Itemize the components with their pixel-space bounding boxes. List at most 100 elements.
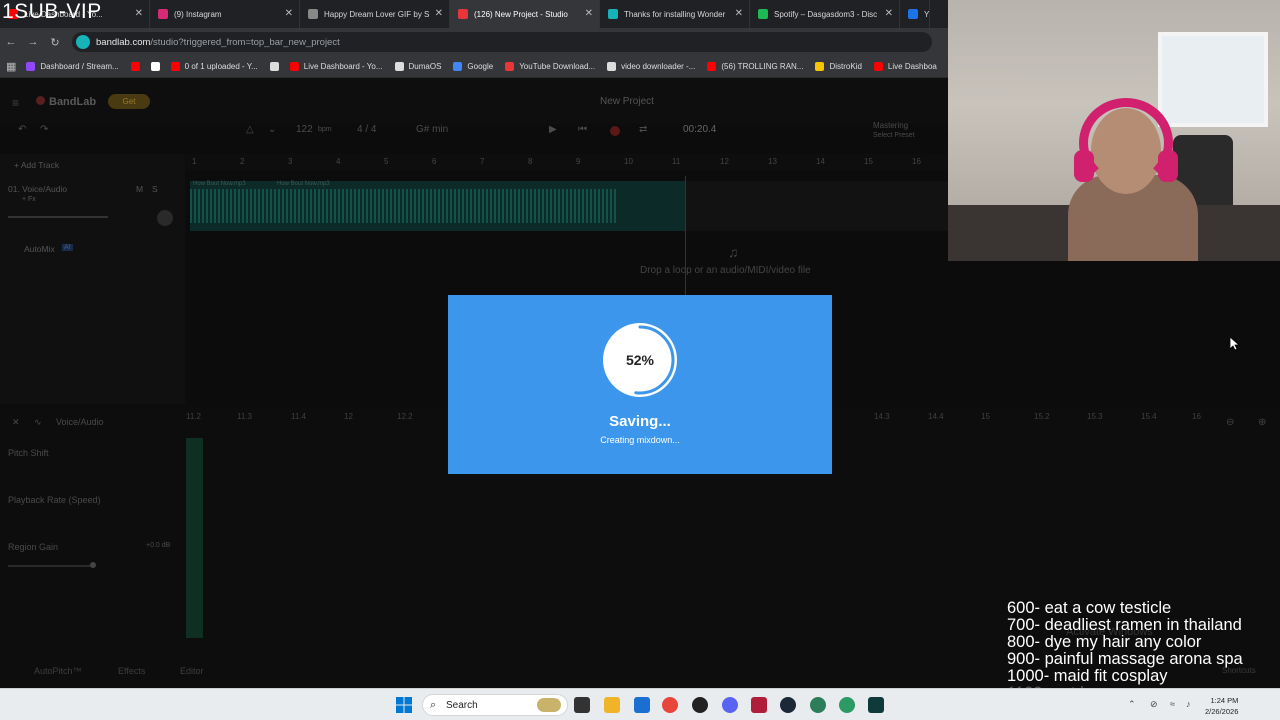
playhead[interactable] — [685, 176, 686, 298]
bookmark-item[interactable] — [130, 62, 145, 71]
wifi-icon[interactable]: ≈ — [1170, 699, 1175, 709]
bookmark-item[interactable] — [269, 62, 284, 71]
bookmark-item[interactable]: video downloader -... — [607, 62, 695, 71]
network-icon[interactable]: ⊘ — [1150, 699, 1158, 710]
browser-tab[interactable]: Happy Dream Lover GIF by S ✕ — [300, 0, 450, 28]
zoom-in-icon[interactable]: ⊕ — [1258, 417, 1266, 428]
tab-close-icon[interactable]: ✕ — [735, 8, 743, 19]
apps-grid-icon[interactable]: ▦ — [6, 60, 16, 73]
windows-start-icon[interactable] — [396, 697, 412, 713]
tab-label: Happy Dream Lover GIF by S — [324, 9, 430, 19]
browser-tab[interactable]: Thanks for installing Wonder ✕ — [600, 0, 750, 28]
file-explorer-icon[interactable] — [604, 697, 620, 713]
chrome-profile-icon[interactable] — [839, 697, 855, 713]
reload-icon[interactable]: ↻ — [44, 36, 66, 49]
search-highlight-icon — [537, 698, 561, 712]
menu-icon[interactable]: ≡ — [12, 96, 19, 110]
bandlab-logo: BandLab — [36, 96, 96, 108]
tab-close-icon[interactable]: ✕ — [135, 8, 143, 19]
chrome-icon[interactable] — [662, 697, 678, 713]
site-info-icon[interactable] — [76, 35, 90, 49]
key-select[interactable]: G# min — [416, 124, 448, 135]
timeline-ruler[interactable]: 1 2 3 4 5 6 7 8 9 10 11 12 13 14 15 16 — [186, 154, 948, 170]
empty-track-area[interactable] — [686, 181, 948, 231]
obs-icon[interactable] — [692, 697, 708, 713]
time-signature[interactable]: 4 / 4 — [357, 124, 376, 135]
chrome-profile-icon[interactable] — [810, 697, 826, 713]
bpm-value[interactable]: 122 — [296, 124, 313, 135]
editor-ruler-tick-label: 11.2 — [186, 412, 201, 421]
mute-button[interactable]: M — [136, 184, 143, 194]
solo-button[interactable]: S — [152, 184, 158, 194]
bookmark-item[interactable]: Google — [453, 62, 493, 71]
add-track-button[interactable]: + Add Track — [14, 160, 59, 170]
track-name[interactable]: 01. Voice/Audio — [8, 184, 67, 194]
bookmark-item[interactable] — [150, 62, 165, 71]
editor-region[interactable] — [186, 438, 203, 638]
terminal-icon[interactable] — [868, 697, 884, 713]
editor-bottom-tab[interactable]: AutoPitch™ — [34, 666, 82, 676]
bookmark-item[interactable]: Live Dashboa — [873, 62, 937, 71]
redo-icon[interactable]: ↷ — [40, 124, 48, 135]
taskbar-clock[interactable]: 1:24 PM 2/26/2026 — [1205, 695, 1238, 717]
bookmark-item[interactable]: 0 of 1 uploaded - Y... — [170, 62, 258, 71]
steam-icon[interactable] — [780, 697, 796, 713]
saving-dialog: 52% Saving... Creating mixdown... — [448, 295, 832, 474]
tab-close-icon[interactable]: ✕ — [435, 8, 443, 19]
volume-slider[interactable] — [8, 216, 108, 218]
chevron-up-icon[interactable]: ⌃ — [1128, 699, 1136, 710]
record-icon[interactable] — [610, 126, 620, 136]
clock-date: 2/26/2026 — [1205, 707, 1239, 716]
volume-icon[interactable]: ♪ — [1186, 699, 1191, 709]
tab-close-icon[interactable]: ✕ — [885, 8, 893, 19]
project-title[interactable]: New Project — [600, 96, 654, 107]
mouse-cursor-icon — [1230, 337, 1240, 351]
track-fx[interactable]: + Fx — [22, 196, 36, 203]
browser-tab[interactable]: (126) New Project - Studio ✕ — [450, 0, 600, 28]
region-gain-slider[interactable] — [8, 565, 93, 567]
store-icon[interactable] — [634, 697, 650, 713]
forward-icon[interactable]: → — [22, 36, 44, 48]
editor-bottom-tab[interactable]: Effects — [118, 666, 145, 676]
mastering-button[interactable]: Mastering Select Preset — [873, 121, 915, 141]
taskbar-search[interactable]: ⌕ Search — [422, 694, 568, 716]
editor-ruler-tick-label: 11.3 — [237, 412, 252, 421]
tab-close-icon[interactable]: ✕ — [585, 8, 593, 19]
undo-icon[interactable]: ↶ — [18, 124, 26, 135]
chevron-down-icon[interactable]: ⌄ — [268, 124, 276, 135]
metronome-icon[interactable]: △ — [246, 124, 254, 135]
editor-bottom-tab[interactable]: Editor — [180, 666, 204, 676]
get-button[interactable]: Get — [108, 94, 150, 109]
browser-tab[interactable]: Spotify – Dasgasdom3 - Disc ✕ — [750, 0, 900, 28]
tab-label: Spotify – Dasgasdom3 - Disc — [774, 9, 878, 19]
loop-icon[interactable]: ⇄ — [639, 124, 647, 135]
automix-label[interactable]: AutoMix — [24, 244, 55, 254]
zoom-out-icon[interactable]: ⊖ — [1226, 417, 1234, 428]
bookmark-item[interactable]: Live Dashboard - Yo... — [289, 62, 383, 71]
url-input[interactable]: bandlab.com/studio?triggered_from=top_ba… — [72, 32, 932, 52]
close-icon[interactable]: ✕ — [12, 417, 20, 428]
pan-knob[interactable] — [157, 210, 173, 226]
time-display: 00:20.4 — [683, 124, 717, 135]
bookmark-item[interactable]: DumaOS — [394, 62, 441, 71]
bookmark-item[interactable]: (56) TROLLING RAN... — [707, 62, 803, 71]
audio-region[interactable] — [190, 181, 686, 231]
bookmark-item[interactable]: YouTube Download... — [505, 62, 595, 71]
back-icon[interactable]: ← — [0, 36, 22, 48]
tab-close-icon[interactable]: ✕ — [285, 8, 293, 19]
browser-tab[interactable]: (9) Instagram ✕ — [150, 0, 300, 28]
skip-back-icon[interactable]: ⏮ — [578, 124, 587, 135]
discord-icon[interactable] — [722, 697, 738, 713]
ruler-tick-label: 3 — [288, 157, 293, 166]
task-view-icon[interactable] — [574, 697, 590, 713]
bookmark-label: 0 of 1 uploaded - Y... — [184, 62, 258, 71]
browser-tab[interactable]: YTM — [900, 0, 930, 28]
slider-thumb[interactable] — [90, 562, 96, 568]
play-icon[interactable]: ▶ — [549, 124, 557, 135]
editor-ruler-tick-label: 15.3 — [1087, 412, 1103, 421]
bookmark-item[interactable]: Dashboard / Stream... — [26, 62, 119, 71]
adobe-icon[interactable] — [751, 697, 767, 713]
bookmark-item[interactable]: DistroKid — [815, 62, 862, 71]
bookmark-favicon-icon — [505, 62, 515, 71]
bookmark-favicon-icon — [815, 62, 825, 71]
